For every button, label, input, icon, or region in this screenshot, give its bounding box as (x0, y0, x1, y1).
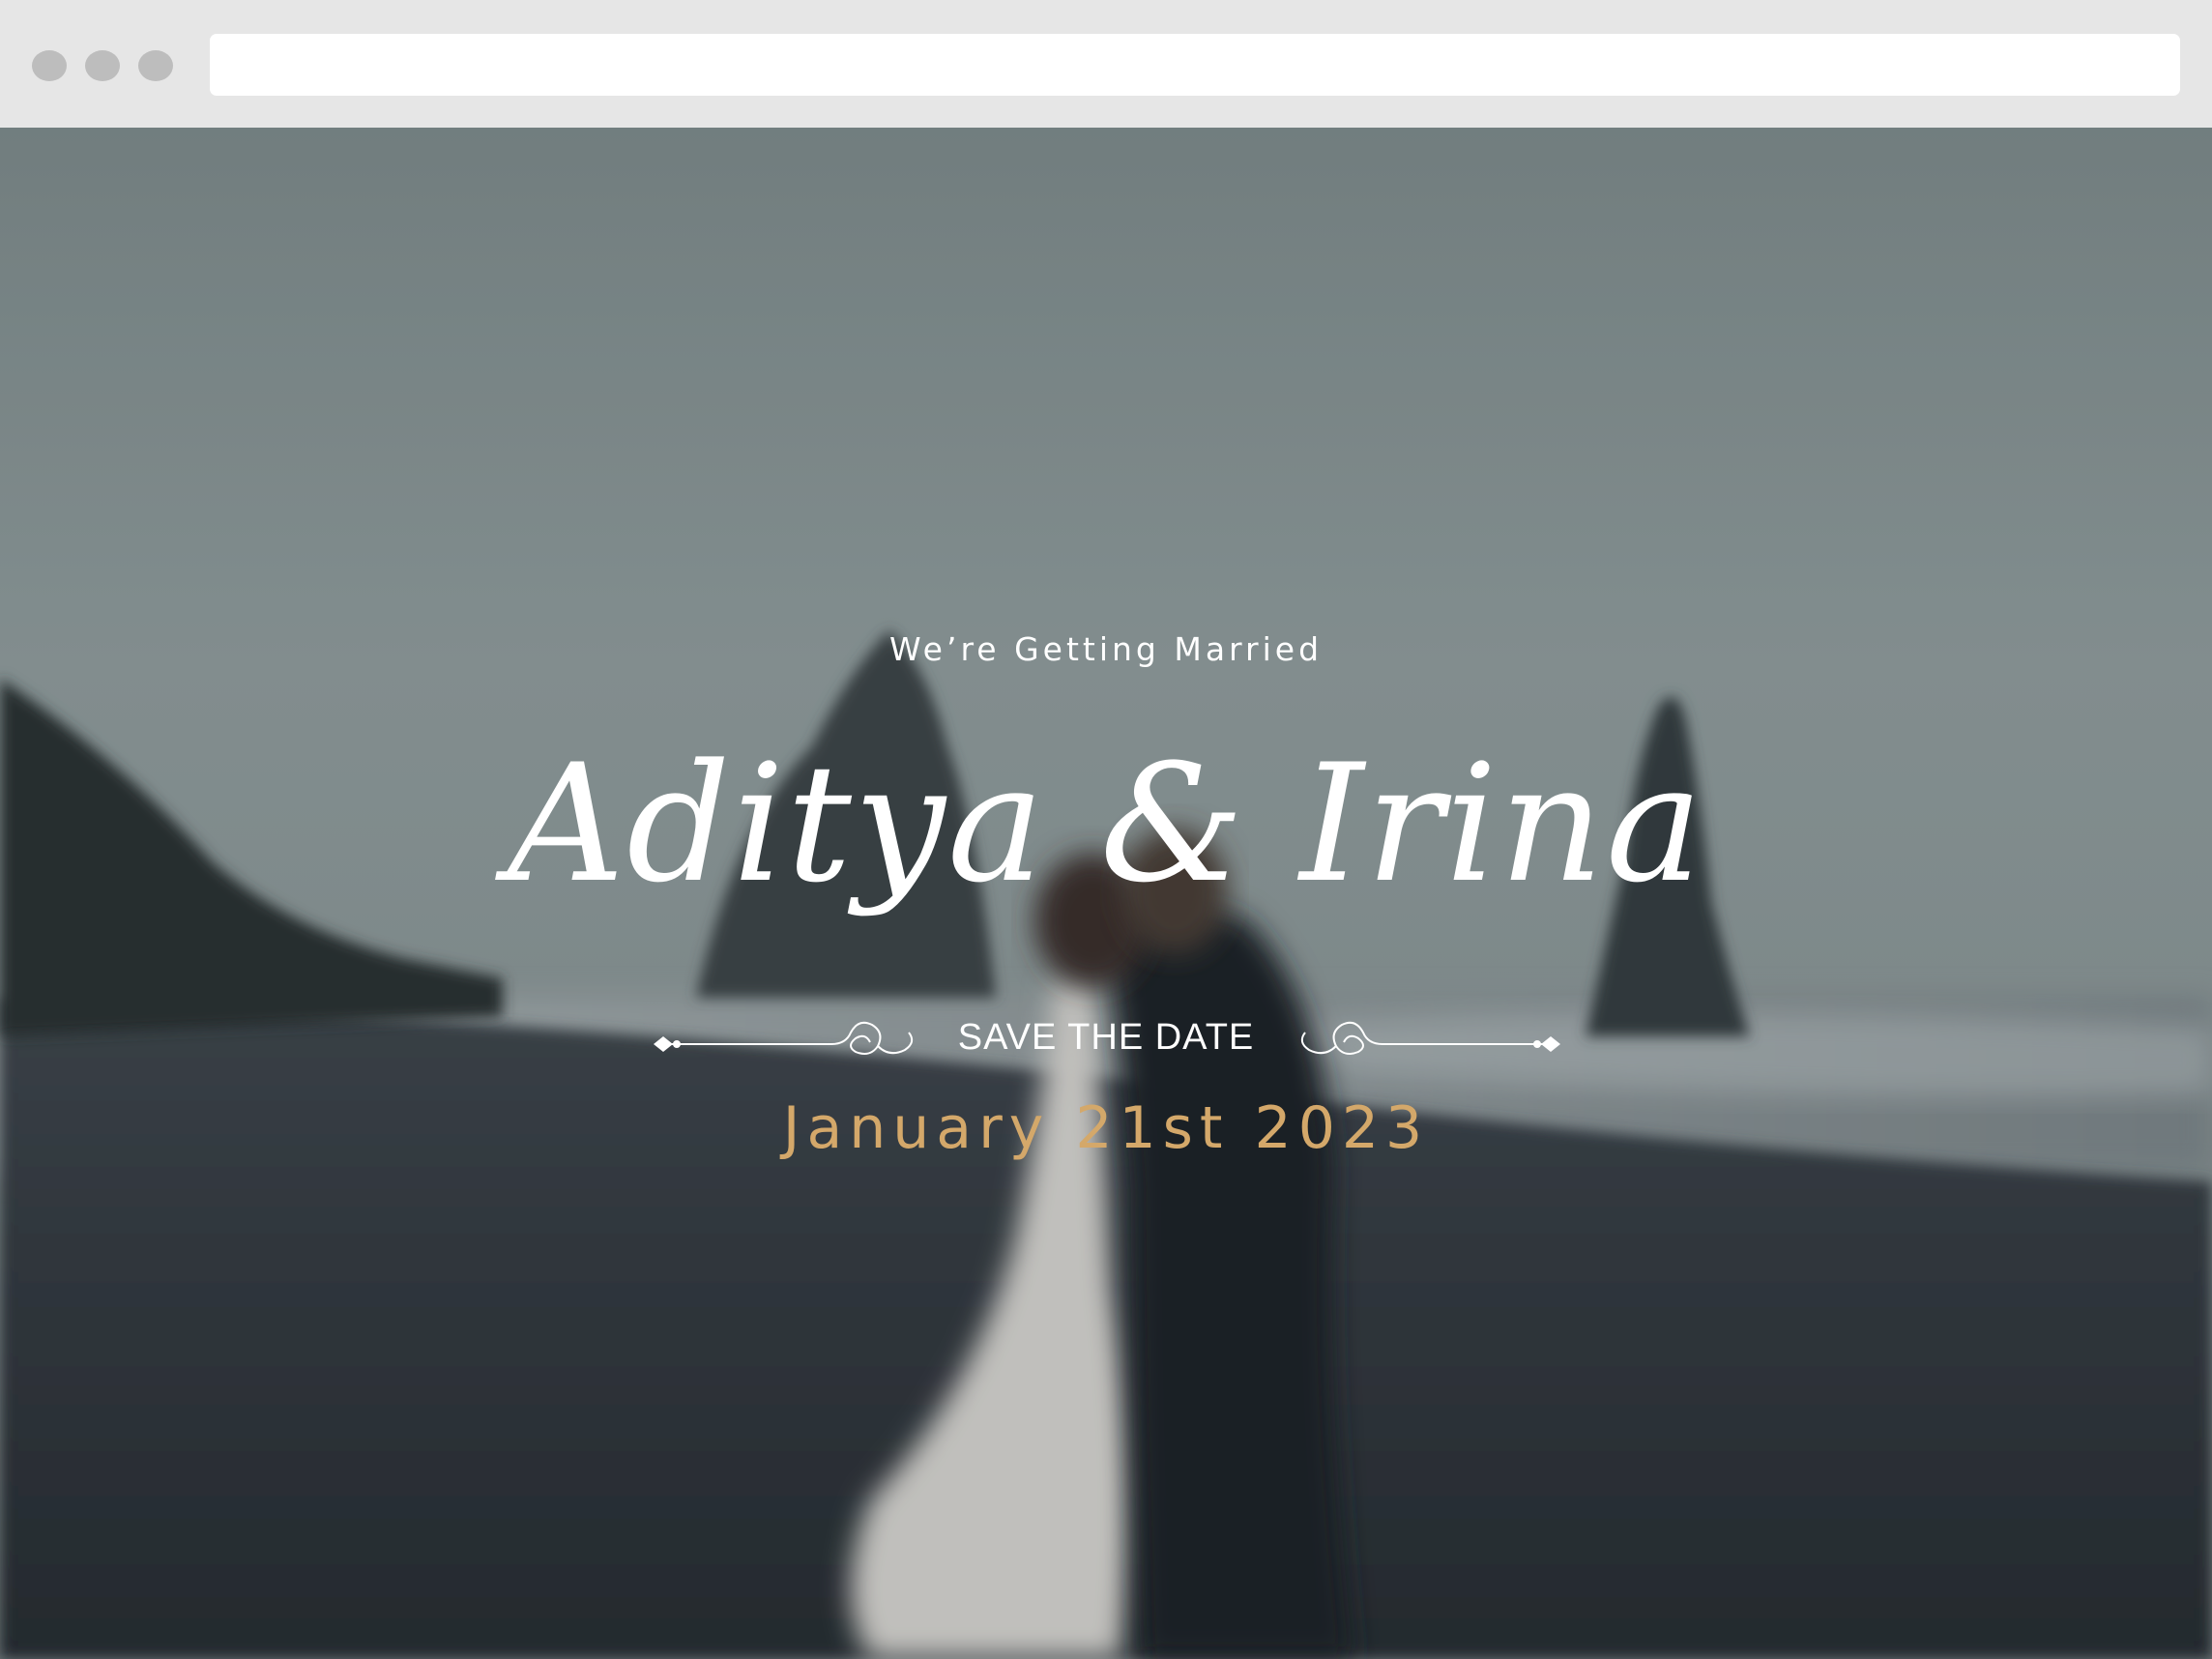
window-maximize-dot[interactable] (138, 50, 173, 81)
save-the-date-label: SAVE THE DATE (957, 1017, 1255, 1058)
window-minimize-dot[interactable] (85, 50, 120, 81)
window-close-dot[interactable] (32, 50, 67, 81)
couple-names: Aditya & Irina (507, 729, 1705, 918)
address-bar[interactable] (210, 34, 2180, 96)
hero-section: We’re Getting Married Aditya & Irina SAV… (0, 128, 2212, 1659)
event-date: January 21st 2023 (782, 1094, 1430, 1162)
hero-content: We’re Getting Married Aditya & Irina SAV… (0, 128, 2212, 1659)
browser-toolbar (0, 0, 2212, 128)
eyebrow-text: We’re Getting Married (888, 630, 1324, 668)
